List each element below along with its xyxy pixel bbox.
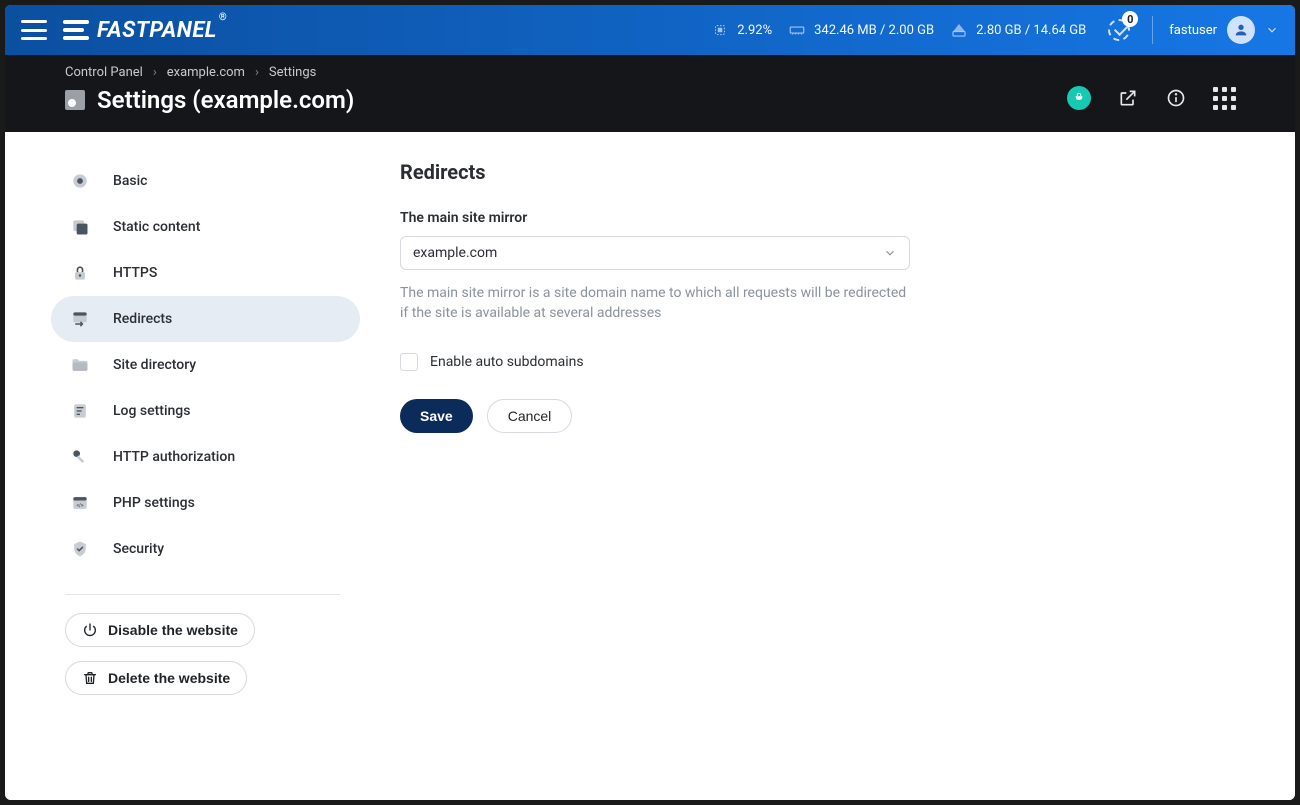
- log-icon: [69, 400, 91, 422]
- page-title: Settings (example.com): [65, 86, 354, 114]
- shield-icon: [69, 538, 91, 560]
- mirror-select-value: example.com: [413, 245, 497, 261]
- sidebar-item-http-authorization[interactable]: HTTP authorization: [51, 434, 360, 480]
- site-image-icon: [65, 90, 85, 110]
- sidebar-item-security[interactable]: Security: [51, 526, 360, 572]
- save-button[interactable]: Save: [400, 399, 473, 433]
- sidebar-separator: [65, 594, 340, 595]
- breadcrumb-item-2: Settings: [269, 65, 316, 80]
- body: Basic Static content HTTPS: [5, 132, 1295, 800]
- sidebar-item-label: Site directory: [113, 357, 196, 373]
- sidebar-item-label: Basic: [113, 173, 147, 189]
- tasks-badge: 0: [1122, 11, 1138, 27]
- sidebar-item-log-settings[interactable]: Log settings: [51, 388, 360, 434]
- page-title-text: Settings (example.com): [97, 86, 354, 114]
- chevron-down-icon: [883, 246, 897, 260]
- top-bar: FASTPANEL® 2.92% 342.46 MB / 2.00 GB 2.8…: [5, 5, 1295, 55]
- stat-disk: 2.80 GB / 14.64 GB: [950, 21, 1086, 39]
- php-icon: </>: [69, 492, 91, 514]
- breadcrumb: Control Panel › example.com › Settings: [65, 65, 354, 80]
- chevron-right-icon: ›: [255, 65, 259, 80]
- sidebar-item-label: Security: [113, 541, 164, 557]
- sidebar-item-label: Log settings: [113, 403, 190, 419]
- trash-icon: [82, 670, 98, 686]
- info-icon[interactable]: [1165, 87, 1187, 109]
- static-content-icon: [69, 216, 91, 238]
- sidebar-item-label: Static content: [113, 219, 200, 235]
- disk-value: 2.80 GB / 14.64 GB: [976, 23, 1086, 38]
- sidebar-item-label: PHP settings: [113, 495, 195, 511]
- folder-icon: [69, 354, 91, 376]
- username: fastuser: [1169, 23, 1217, 38]
- key-icon: [69, 446, 91, 468]
- auto-subdomains-label: Enable auto subdomains: [430, 354, 584, 370]
- sidebar-item-label: Redirects: [113, 311, 172, 327]
- https-lock-icon: [69, 262, 91, 284]
- sub-header: Control Panel › example.com › Settings S…: [5, 55, 1295, 132]
- shop-status-icon[interactable]: [1067, 86, 1091, 110]
- brand-logo[interactable]: FASTPANEL®: [63, 18, 227, 43]
- avatar-icon: [1227, 16, 1255, 44]
- sidebar-item-basic[interactable]: Basic: [51, 158, 360, 204]
- ram-icon: [788, 21, 806, 39]
- stat-ram: 342.46 MB / 2.00 GB: [788, 21, 934, 39]
- chevron-right-icon: ›: [153, 65, 157, 80]
- brand-mark-icon: [63, 20, 89, 40]
- breadcrumb-item-0[interactable]: Control Panel: [65, 65, 143, 80]
- checkbox-box-icon: [400, 353, 418, 371]
- sidebar-item-php-settings[interactable]: </> PHP settings: [51, 480, 360, 526]
- redirects-icon: [69, 308, 91, 330]
- sidebar-item-static-content[interactable]: Static content: [51, 204, 360, 250]
- tasks-button[interactable]: 0: [1102, 13, 1136, 47]
- apps-grid-icon[interactable]: [1213, 87, 1235, 109]
- sidebar-item-redirects[interactable]: Redirects: [51, 296, 360, 342]
- menu-toggle-icon[interactable]: [21, 20, 47, 40]
- power-icon: [82, 622, 98, 638]
- sidebar-item-https[interactable]: HTTPS: [51, 250, 360, 296]
- section-title: Redirects: [400, 160, 1200, 184]
- disable-website-label: Disable the website: [108, 622, 238, 638]
- auto-subdomains-checkbox[interactable]: Enable auto subdomains: [400, 353, 1200, 371]
- delete-website-button[interactable]: Delete the website: [65, 661, 247, 695]
- delete-website-label: Delete the website: [108, 670, 230, 686]
- svg-text:</>: </>: [77, 503, 84, 509]
- sidebar-item-site-directory[interactable]: Site directory: [51, 342, 360, 388]
- header-divider: [1152, 16, 1153, 44]
- brand-text: FASTPANEL: [97, 18, 217, 43]
- app-frame: FASTPANEL® 2.92% 342.46 MB / 2.00 GB 2.8…: [5, 5, 1295, 800]
- user-menu[interactable]: fastuser: [1169, 16, 1279, 44]
- main-content: Redirects The main site mirror example.c…: [340, 132, 1260, 800]
- cpu-value: 2.92%: [737, 23, 772, 38]
- mirror-select[interactable]: example.com: [400, 236, 910, 270]
- mirror-label: The main site mirror: [400, 210, 1200, 226]
- basic-icon: [69, 170, 91, 192]
- cpu-icon: [711, 21, 729, 39]
- open-external-icon[interactable]: [1117, 87, 1139, 109]
- sidebar-item-label: HTTPS: [113, 265, 157, 281]
- brand-reg: ®: [219, 12, 227, 23]
- disable-website-button[interactable]: Disable the website: [65, 613, 255, 647]
- sidebar-item-label: HTTP authorization: [113, 449, 235, 465]
- breadcrumb-item-1[interactable]: example.com: [167, 65, 245, 80]
- chevron-down-icon: [1265, 23, 1279, 37]
- settings-sidebar: Basic Static content HTTPS: [5, 132, 340, 800]
- mirror-help-text: The main site mirror is a site domain na…: [400, 284, 910, 323]
- disk-icon: [950, 21, 968, 39]
- ram-value: 342.46 MB / 2.00 GB: [814, 23, 934, 38]
- cancel-button[interactable]: Cancel: [487, 399, 573, 433]
- stat-cpu: 2.92%: [711, 21, 772, 39]
